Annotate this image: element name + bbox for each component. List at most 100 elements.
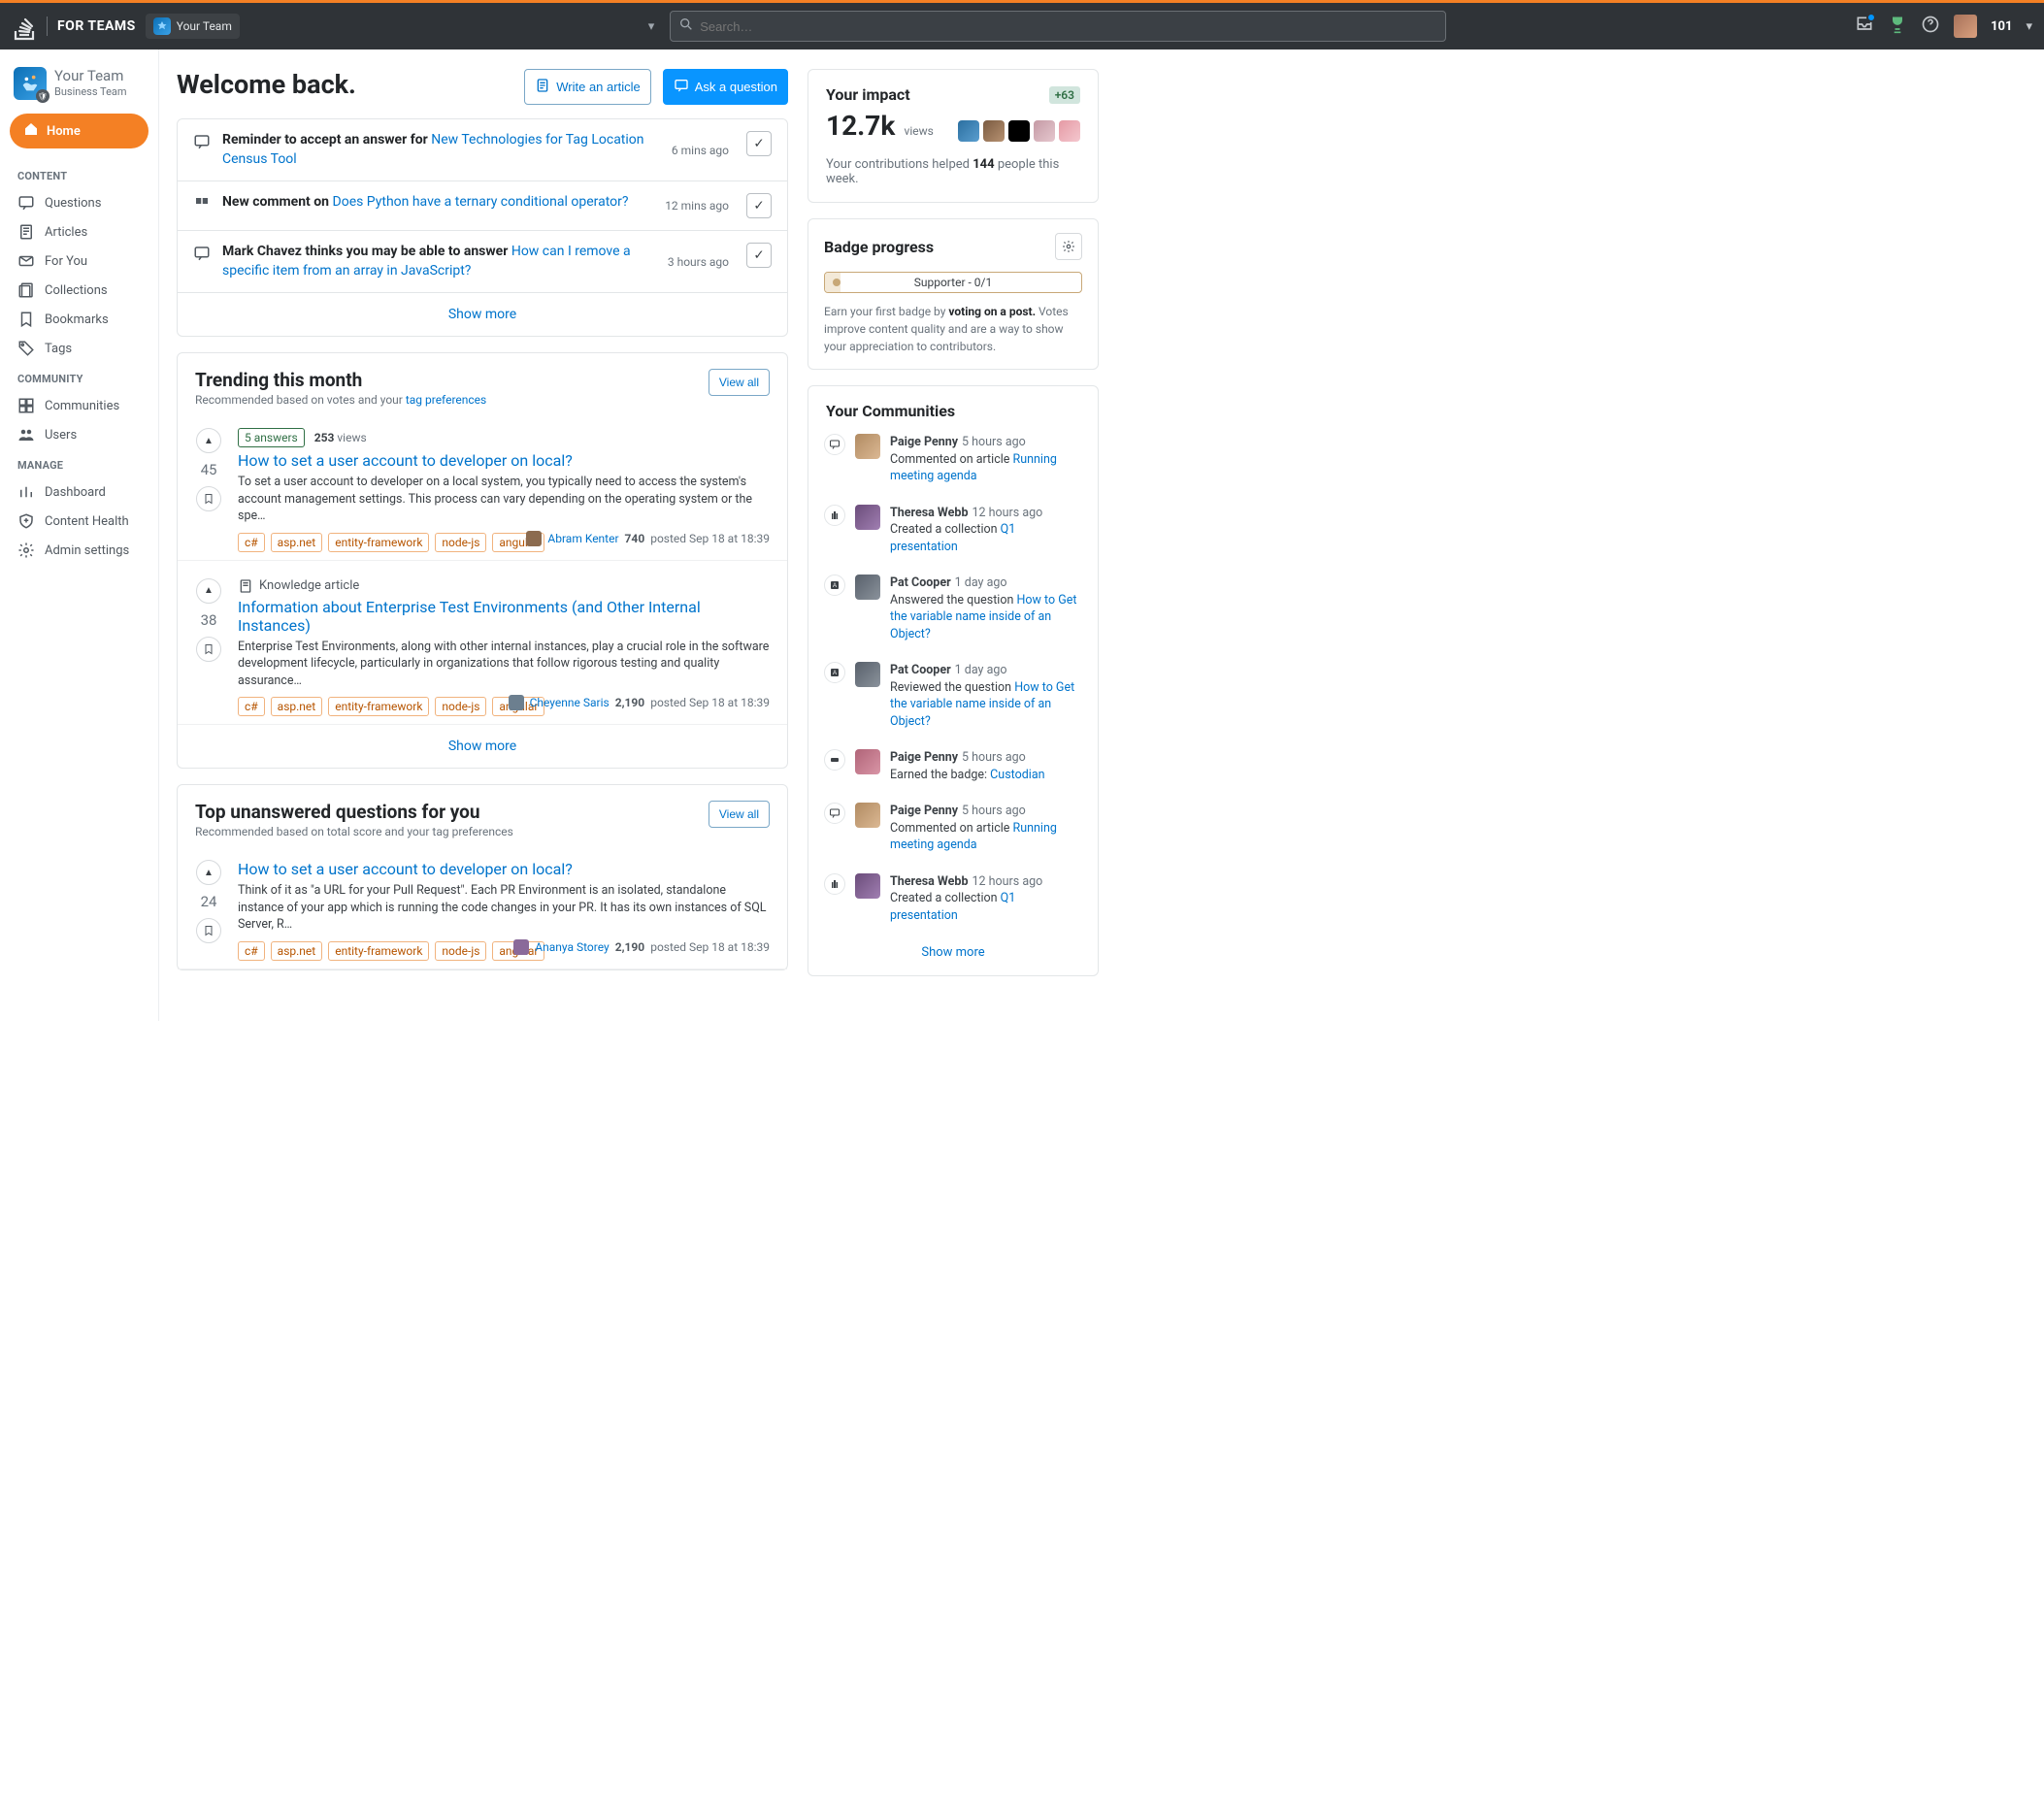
communities-title: Your Communities bbox=[826, 402, 955, 420]
tag-chip[interactable]: entity-framework bbox=[328, 697, 429, 716]
event-link[interactable]: Custodian bbox=[990, 768, 1044, 782]
search-bar[interactable] bbox=[670, 11, 1446, 42]
notification-time: 12 mins ago bbox=[665, 199, 729, 213]
stackoverflow-logo[interactable] bbox=[12, 12, 37, 41]
achievements-icon[interactable] bbox=[1888, 15, 1907, 38]
nav-adminsettings[interactable]: Admin settings bbox=[6, 536, 152, 565]
event-action: Created a collection bbox=[890, 891, 1001, 905]
impact-summary: Your contributions helped 144 people thi… bbox=[826, 157, 1080, 186]
dismiss-button[interactable]: ✓ bbox=[746, 243, 772, 268]
tag-chip[interactable]: node-js bbox=[435, 533, 486, 552]
community-event: APat Cooper1 day agoReviewed the questio… bbox=[808, 652, 1098, 739]
bookmark-button[interactable] bbox=[196, 637, 221, 662]
notification-item: New comment on Does Python have a ternar… bbox=[178, 181, 787, 231]
tag-chip[interactable]: asp.net bbox=[271, 941, 323, 961]
nav-questions[interactable]: Questions bbox=[6, 188, 152, 217]
nav-foryou[interactable]: For You bbox=[6, 246, 152, 276]
trending-title: Trending this month bbox=[195, 369, 486, 391]
upvote-button[interactable]: ▲ bbox=[196, 428, 221, 453]
event-time: 5 hours ago bbox=[962, 750, 1026, 765]
event-user-name: Theresa Webb bbox=[890, 874, 969, 889]
shield-icon: 🛡 bbox=[36, 89, 49, 103]
vote-count: 38 bbox=[201, 611, 217, 629]
tag-chip[interactable]: c# bbox=[238, 697, 265, 716]
view-all-button[interactable]: View all bbox=[709, 369, 770, 396]
tag-chip[interactable]: node-js bbox=[435, 941, 486, 961]
show-more-link[interactable]: Show more bbox=[448, 739, 516, 754]
sidebar-team-name: Your Team bbox=[54, 69, 127, 83]
notification-link[interactable]: Does Python have a ternary conditional o… bbox=[333, 194, 629, 210]
badge-progress-card: Badge progress Supporter - 0/1 Earn your… bbox=[808, 218, 1099, 370]
nav-collections[interactable]: Collections bbox=[6, 276, 152, 305]
notification-item: Mark Chavez thinks you may be able to an… bbox=[178, 231, 787, 293]
sidebar-team-plan: Business Team bbox=[54, 85, 127, 98]
user-link[interactable]: Cheyenne Saris bbox=[530, 696, 610, 709]
event-user-name: Pat Cooper bbox=[890, 663, 951, 677]
tag-preferences-link[interactable]: tag preferences bbox=[406, 393, 486, 407]
upvote-button[interactable]: ▲ bbox=[196, 860, 221, 885]
tag-chip[interactable]: asp.net bbox=[271, 697, 323, 716]
event-type-icon: A bbox=[824, 575, 845, 596]
nav-section-community: COMMUNITY bbox=[6, 363, 152, 391]
search-input[interactable] bbox=[700, 19, 1437, 34]
article-icon bbox=[535, 78, 550, 96]
nav-home[interactable]: Home bbox=[10, 114, 148, 148]
foryou-icon bbox=[17, 252, 35, 270]
question-title-link[interactable]: How to set a user account to developer o… bbox=[238, 451, 573, 470]
upvote-button[interactable]: ▲ bbox=[196, 578, 221, 604]
show-more-link[interactable]: Show more bbox=[448, 307, 516, 322]
dismiss-button[interactable]: ✓ bbox=[746, 131, 772, 156]
event-type-icon bbox=[824, 434, 845, 455]
sidebar-team-header[interactable]: 🛡 Your Team Business Team bbox=[6, 67, 152, 114]
help-icon[interactable] bbox=[1921, 15, 1940, 38]
write-article-button[interactable]: Write an article bbox=[524, 69, 650, 105]
communities-icon bbox=[17, 397, 35, 414]
tag-chip[interactable]: node-js bbox=[435, 697, 486, 716]
team-avatar-mini bbox=[153, 17, 171, 35]
posted-time: posted Sep 18 at 18:39 bbox=[650, 940, 770, 954]
user-link[interactable]: Ananya Storey bbox=[535, 940, 609, 954]
answer-reminder-icon bbox=[193, 133, 213, 154]
nav-users[interactable]: Users bbox=[6, 420, 152, 449]
community-event: Theresa Webb12 hours agoCreated a collec… bbox=[808, 864, 1098, 935]
tag-chip[interactable]: asp.net bbox=[271, 533, 323, 552]
question-title-link[interactable]: Information about Enterprise Test Enviro… bbox=[238, 598, 770, 635]
inbox-icon[interactable] bbox=[1855, 15, 1874, 38]
user-rep: 2,190 bbox=[615, 696, 645, 709]
question-title-link[interactable]: How to set a user account to developer o… bbox=[238, 860, 573, 878]
bookmark-button[interactable] bbox=[196, 486, 221, 511]
badge-progress-bar[interactable]: Supporter - 0/1 bbox=[824, 272, 1082, 293]
nav-dashboard[interactable]: Dashboard bbox=[6, 477, 152, 507]
nav-tags[interactable]: Tags bbox=[6, 334, 152, 363]
nav-articles[interactable]: Articles bbox=[6, 217, 152, 246]
user-avatar[interactable] bbox=[1954, 15, 1977, 38]
user-avatar-xs bbox=[509, 695, 524, 710]
questions-icon bbox=[17, 194, 35, 212]
nav-bookmarks[interactable]: Bookmarks bbox=[6, 305, 152, 334]
shield-plus-icon bbox=[17, 512, 35, 530]
view-all-button[interactable]: View all bbox=[709, 801, 770, 828]
chevron-down-icon[interactable]: ▾ bbox=[648, 19, 655, 34]
show-more-link[interactable]: Show more bbox=[921, 945, 984, 960]
avatar bbox=[1059, 120, 1080, 142]
event-action: Commented on article bbox=[890, 821, 1013, 836]
user-link[interactable]: Abram Kenter bbox=[547, 532, 618, 545]
team-switcher[interactable]: Your Team bbox=[146, 14, 240, 39]
question-excerpt: Enterprise Test Environments, along with… bbox=[238, 639, 770, 690]
badge-settings-button[interactable] bbox=[1055, 233, 1082, 260]
nav-contenthealth[interactable]: Content Health bbox=[6, 507, 152, 536]
dismiss-button[interactable]: ✓ bbox=[746, 193, 772, 218]
bookmark-button[interactable] bbox=[196, 918, 221, 943]
avatar bbox=[983, 120, 1005, 142]
nav-communities[interactable]: Communities bbox=[6, 391, 152, 420]
tag-chip[interactable]: entity-framework bbox=[328, 941, 429, 961]
tag-chip[interactable]: entity-framework bbox=[328, 533, 429, 552]
tag-chip[interactable]: c# bbox=[238, 533, 265, 552]
collections-icon bbox=[17, 281, 35, 299]
tag-chip[interactable]: c# bbox=[238, 941, 265, 961]
chevron-down-icon[interactable]: ▾ bbox=[2026, 19, 2032, 34]
ask-question-button[interactable]: Ask a question bbox=[663, 69, 788, 105]
question-excerpt: To set a user account to developer on a … bbox=[238, 474, 770, 525]
event-time: 5 hours ago bbox=[962, 804, 1026, 818]
unanswered-card: Top unanswered questions for you Recomme… bbox=[177, 784, 788, 970]
